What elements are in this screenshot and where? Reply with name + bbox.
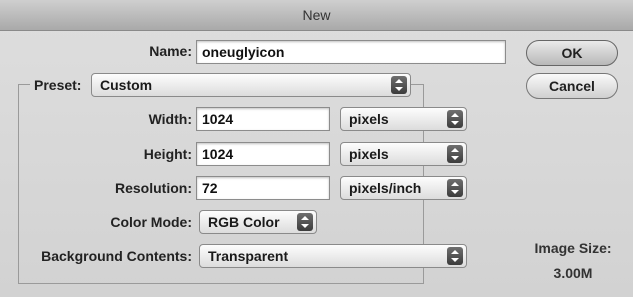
color-mode-value: RGB Color [208, 214, 280, 230]
background-contents-select[interactable]: Transparent [199, 244, 467, 268]
width-unit-select[interactable]: pixels [340, 107, 467, 131]
height-unit-value: pixels [349, 146, 389, 162]
preset-value: Custom [100, 77, 153, 93]
width-label: Width: [148, 111, 192, 127]
color-mode-label: Color Mode: [110, 214, 192, 230]
background-contents-value: Transparent [208, 248, 289, 264]
up-down-arrows-icon [391, 76, 407, 94]
up-down-arrows-icon [447, 179, 463, 197]
up-down-arrows-icon [447, 247, 463, 265]
resolution-field[interactable] [196, 176, 330, 200]
height-field[interactable] [196, 142, 330, 166]
up-down-arrows-icon [447, 110, 463, 128]
up-down-arrows-icon [297, 213, 313, 231]
new-document-dialog: New Name: Preset: Custom Width: pixels H… [0, 0, 633, 297]
width-field[interactable] [196, 107, 330, 131]
image-size-value: 3.00M [553, 265, 593, 281]
name-field[interactable] [196, 40, 506, 64]
color-mode-select[interactable]: RGB Color [199, 210, 317, 234]
preset-select[interactable]: Custom [91, 73, 411, 97]
resolution-unit-value: pixels/inch [349, 180, 422, 196]
ok-button[interactable]: OK [526, 40, 618, 66]
height-label: Height: [143, 146, 192, 162]
up-down-arrows-icon [447, 145, 463, 163]
resolution-label: Resolution: [115, 180, 192, 196]
width-unit-value: pixels [349, 111, 389, 127]
preset-label: Preset: [34, 77, 82, 93]
dialog-title: New [0, 0, 633, 31]
background-contents-label: Background Contents: [41, 248, 192, 264]
height-unit-select[interactable]: pixels [340, 142, 467, 166]
name-label: Name: [149, 43, 192, 59]
cancel-button[interactable]: Cancel [526, 73, 618, 99]
image-size-label: Image Size: [534, 240, 612, 256]
resolution-unit-select[interactable]: pixels/inch [340, 176, 467, 200]
